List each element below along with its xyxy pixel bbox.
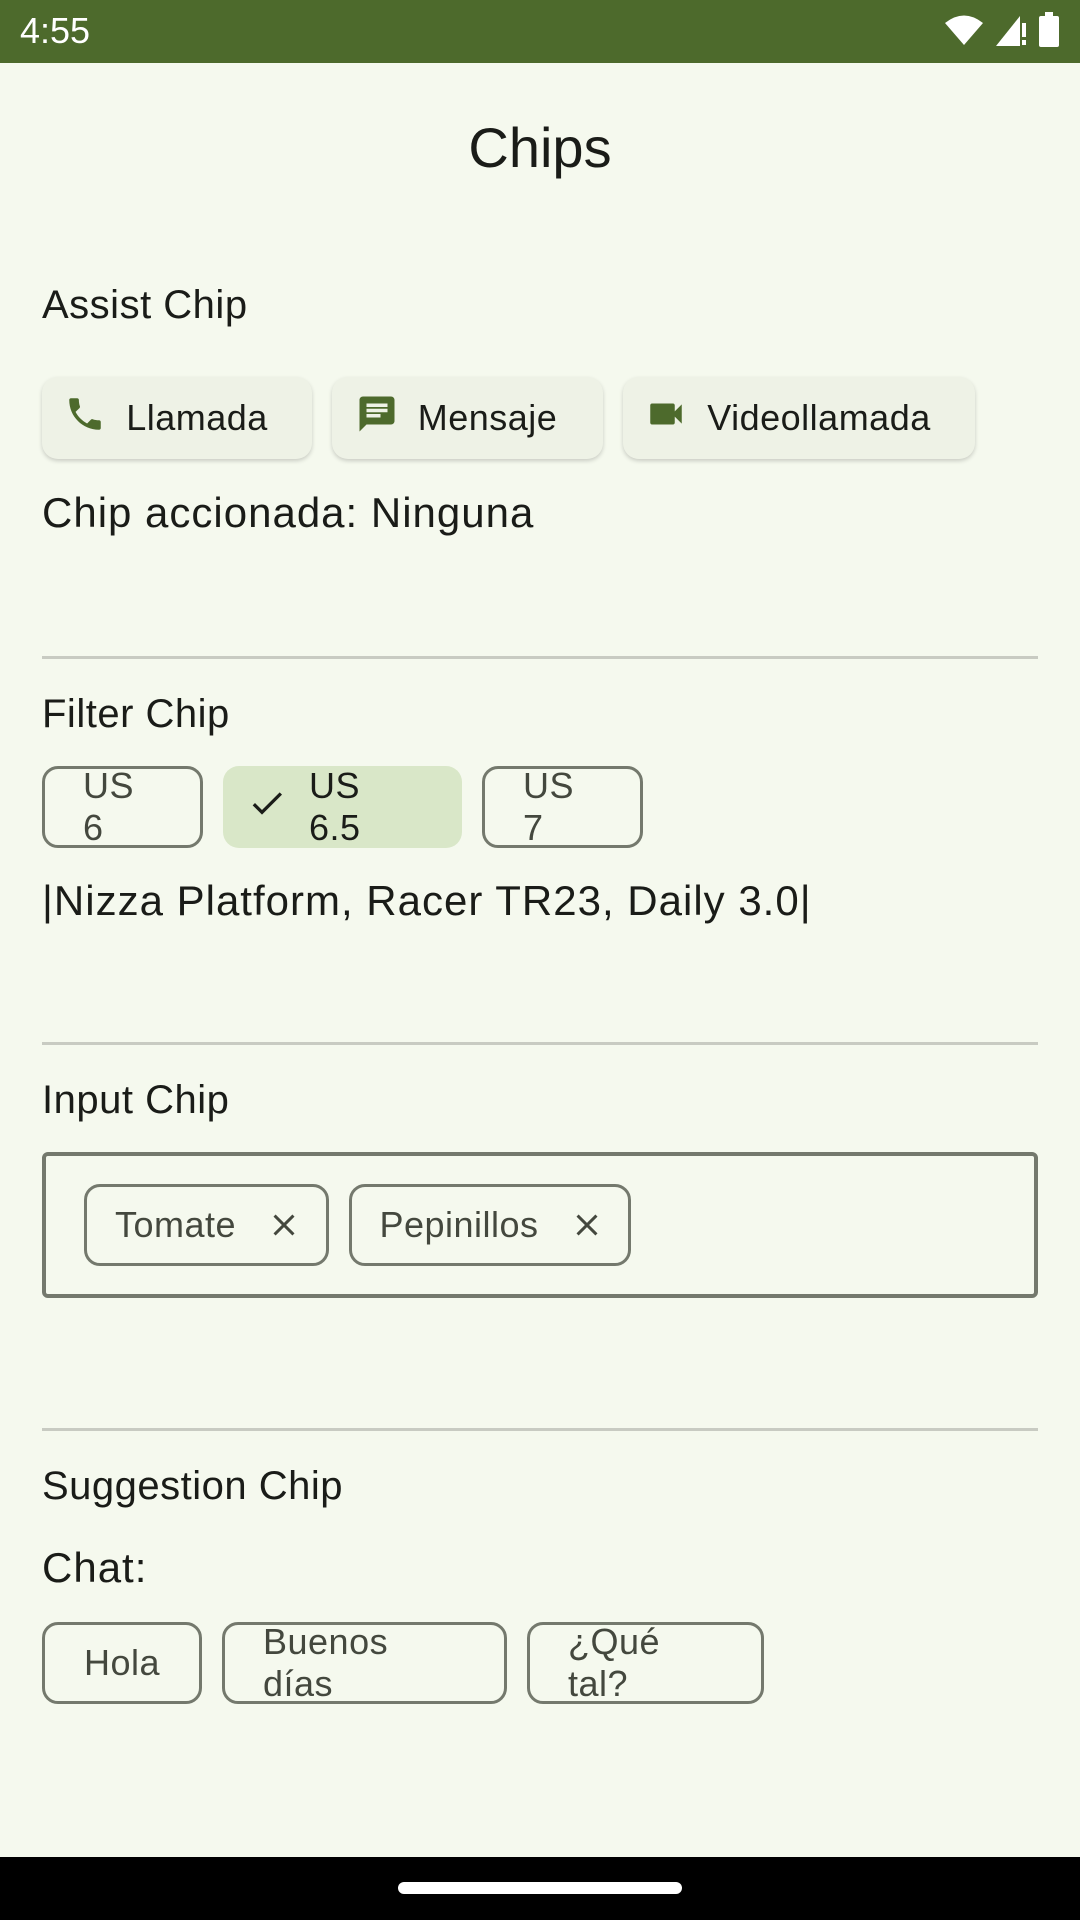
suggestion-chip-label: Buenos días: [263, 1621, 389, 1704]
message-icon: [356, 393, 398, 444]
suggestion-chip-label: ¿Qué tal?: [568, 1621, 661, 1704]
assist-chip-videollamada[interactable]: Videollamada: [623, 377, 975, 459]
home-gesture-handle[interactable]: [398, 1882, 682, 1894]
filter-section-title: Filter Chip: [42, 692, 230, 736]
filter-chip-row: US 6 US 6.5 US 7: [42, 765, 643, 848]
videocam-icon: [645, 393, 687, 444]
suggestion-chip-hola[interactable]: Hola: [42, 1622, 202, 1704]
filter-result-text: |Nizza Platform, Racer TR23, Daily 3.0|: [42, 877, 812, 924]
divider: [42, 656, 1038, 659]
chat-label: Chat:: [42, 1544, 148, 1591]
wifi-icon: [944, 14, 984, 51]
page-title: Chips: [468, 116, 612, 179]
filter-chip-label: US 6.5: [309, 765, 361, 848]
input-chip-pepinillos[interactable]: Pepinillos: [349, 1184, 631, 1266]
filter-chip-label: US 6: [83, 765, 135, 848]
close-icon[interactable]: [266, 1207, 302, 1243]
close-icon[interactable]: [569, 1207, 605, 1243]
assist-chip-label: Mensaje: [417, 397, 558, 438]
divider: [42, 1042, 1038, 1045]
suggestion-chip-buenos-dias[interactable]: Buenos días: [222, 1621, 507, 1704]
input-chip-row: Tomate Pepinillos: [84, 1184, 631, 1266]
suggestion-section-title: Suggestion Chip: [42, 1464, 344, 1508]
input-chip-field[interactable]: Tomate Pepinillos: [42, 1152, 1038, 1298]
input-chip-label: Pepinillos: [379, 1204, 539, 1245]
battery-icon: [1038, 11, 1060, 53]
filter-chip-us7[interactable]: US 7: [482, 765, 643, 848]
assist-chip-llamada[interactable]: Llamada: [42, 377, 312, 459]
suggestion-chip-row: Hola Buenos días ¿Qué tal?: [42, 1621, 764, 1704]
signal-icon: [994, 13, 1028, 52]
assist-chip-mensaje[interactable]: Mensaje: [332, 377, 603, 459]
assist-status-text: Chip accionada: Ninguna: [42, 489, 535, 536]
assist-chip-label: Llamada: [126, 397, 268, 438]
assist-section-title: Assist Chip: [42, 283, 248, 327]
status-time: 4:55: [20, 10, 91, 51]
input-chip-label: Tomate: [114, 1204, 237, 1245]
input-chip-tomate[interactable]: Tomate: [84, 1184, 329, 1266]
input-section-title: Input Chip: [42, 1078, 230, 1122]
assist-chip-row: Llamada Mensaje Videollamada: [42, 377, 975, 459]
navigation-bar: [0, 1857, 1080, 1920]
divider: [42, 1428, 1038, 1431]
filter-chip-us6[interactable]: US 6: [42, 765, 203, 848]
suggestion-chip-label: Hola: [83, 1642, 161, 1683]
status-icons: [944, 11, 1060, 53]
suggestion-chip-que-tal[interactable]: ¿Qué tal?: [527, 1621, 764, 1704]
filter-chip-us6-5[interactable]: US 6.5: [223, 765, 462, 848]
check-icon: [247, 783, 287, 832]
status-bar: 4:55: [0, 0, 1080, 63]
assist-chip-label: Videollamada: [707, 397, 931, 438]
app-content: Chips Assist Chip Llamada Mensaje Videol…: [0, 63, 1080, 1857]
filter-chip-label: US 7: [523, 765, 575, 848]
phone-icon: [64, 393, 106, 444]
